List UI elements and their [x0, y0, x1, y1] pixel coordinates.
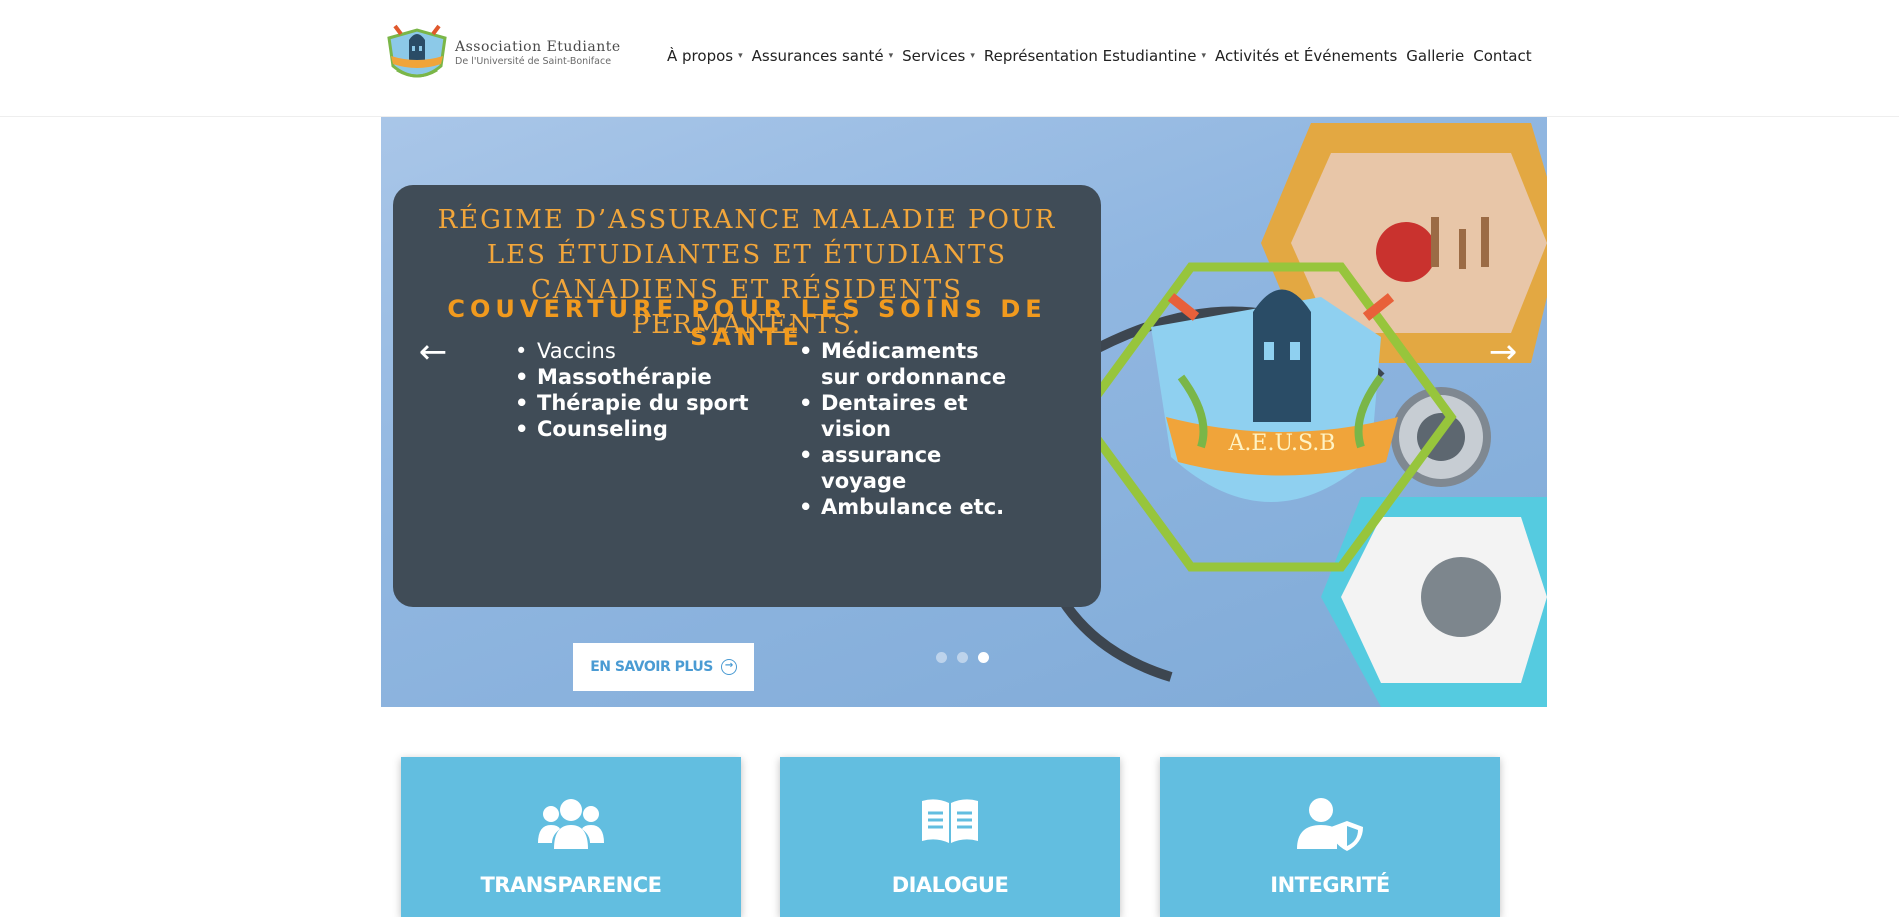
- slider-dots: [936, 652, 989, 663]
- value-card-integrite: INTEGRITÉ: [1160, 757, 1500, 917]
- user-shield-icon: [1297, 798, 1363, 851]
- slider-dot[interactable]: [936, 652, 947, 663]
- card-title: TRANSPARENCE: [480, 873, 662, 897]
- nav-label: Activités et Événements: [1214, 47, 1398, 65]
- nav-label: Contact: [1473, 47, 1532, 65]
- logo-title: Association Etudiante: [455, 39, 621, 56]
- book-icon: [922, 799, 978, 843]
- list-item: Massothérapie: [515, 364, 748, 390]
- nav-label: À propos: [667, 47, 734, 65]
- chevron-down-icon: ▾: [888, 51, 894, 61]
- logo-subtitle: De l'Université de Saint-Boniface: [455, 56, 612, 68]
- nav-item-services[interactable]: Services ▾: [902, 47, 975, 65]
- nav-item-gallerie[interactable]: Gallerie: [1406, 47, 1464, 65]
- site-logo[interactable]: Association Etudiante De l'Université de…: [383, 20, 621, 88]
- chevron-down-icon: ▾: [970, 51, 975, 61]
- learn-more-label: EN SAVOIR PLUS: [590, 659, 713, 675]
- slider-prev-arrow-icon[interactable]: ←: [413, 332, 453, 372]
- list-item: Médicaments sur ordonnance: [799, 338, 1019, 390]
- nav-item-representation[interactable]: Représentation Estudiantine ▾: [984, 47, 1206, 65]
- list-item: Ambulance etc.: [799, 494, 1019, 520]
- site-header: Association Etudiante De l'Université de…: [0, 0, 1899, 117]
- nav-item-assurances-sante[interactable]: Assurances santé ▾: [752, 47, 893, 65]
- nav-label: Gallerie: [1406, 47, 1465, 65]
- coverage-panel: RÉGIME D’ASSURANCE MALADIE POUR LES ÉTUD…: [393, 185, 1101, 607]
- list-item: Thérapie du sport: [515, 390, 748, 416]
- main-nav: À propos ▾ Assurances santé ▾ Services ▾…: [667, 47, 1532, 65]
- nav-item-contact[interactable]: Contact: [1473, 47, 1531, 65]
- users-icon: [538, 799, 604, 849]
- emblem-text: A.E.U.S.B: [1228, 431, 1336, 456]
- chevron-down-icon: ▾: [1201, 51, 1206, 61]
- arrow-circle-right-icon: →: [720, 659, 737, 675]
- card-title: INTEGRITÉ: [1270, 873, 1390, 897]
- coverage-list-left: Vaccins Massothérapie Thérapie du sport …: [515, 338, 748, 442]
- logo-emblem-icon: [387, 24, 447, 78]
- value-card-transparence: TRANSPARENCE: [401, 757, 741, 917]
- list-item: Dentaires et vision: [799, 390, 1019, 442]
- card-title: DIALOGUE: [891, 873, 1009, 897]
- list-item: assurance voyage: [799, 442, 1019, 494]
- nav-label: Représentation Estudiantine: [983, 47, 1197, 65]
- slider-dot[interactable]: [957, 652, 968, 663]
- nav-item-activites[interactable]: Activités et Événements: [1215, 47, 1397, 65]
- slider-dot[interactable]: [978, 652, 989, 663]
- hero-slider: A.E.U.S.B RÉGIME D’ASSURANCE MALADIE POU…: [381, 117, 1547, 707]
- value-card-dialogue: DIALOGUE: [780, 757, 1120, 917]
- nav-label: Assurances santé: [751, 47, 884, 65]
- slider-next-arrow-icon[interactable]: →: [1483, 332, 1523, 372]
- nav-item-a-propos[interactable]: À propos ▾: [667, 47, 743, 65]
- learn-more-button[interactable]: EN SAVOIR PLUS →: [573, 643, 754, 691]
- coverage-list-right: Médicaments sur ordonnance Dentaires et …: [799, 338, 1019, 520]
- list-item: Counseling: [515, 416, 748, 442]
- list-item: Vaccins: [515, 338, 748, 364]
- nav-label: Services: [902, 47, 966, 65]
- chevron-down-icon: ▾: [738, 51, 743, 61]
